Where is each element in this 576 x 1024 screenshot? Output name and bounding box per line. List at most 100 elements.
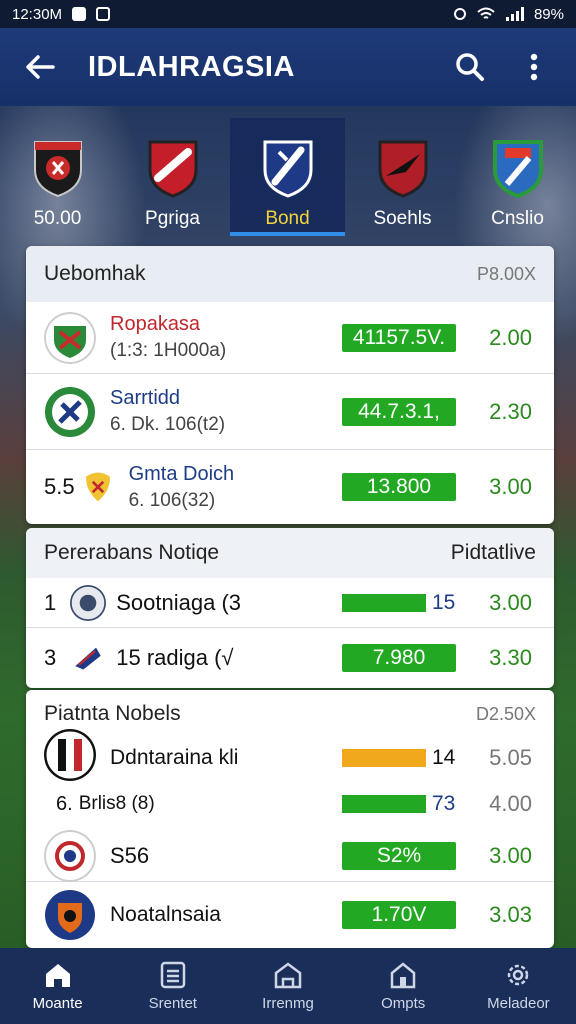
match-row[interactable]: Sarrtidd 6. Dk. 106(t2) 44.7.3.1, 2.30 <box>26 374 554 450</box>
nav-item-building[interactable]: Irrenmg <box>230 948 345 1024</box>
team-name: S56 <box>110 842 150 868</box>
list-icon <box>160 961 186 988</box>
odds-value[interactable]: 4.00 <box>489 791 532 817</box>
match-row[interactable]: 5.5 Gmta Doich 6. 106(32) 13.800 3.00 <box>26 450 554 524</box>
tab-team-2[interactable]: Pgriga <box>115 118 230 236</box>
tab-label: Pgriga <box>145 208 200 229</box>
team-name: 15 radiga (√ <box>116 645 234 670</box>
section-subtitle: Pidtatlive <box>450 541 536 564</box>
signal-icon <box>505 7 524 21</box>
team-detail: 6. Dk. 106(t2) <box>110 414 226 435</box>
odds-bar <box>342 795 426 813</box>
match-row[interactable]: 3 15 radiga (√ 7.980 3.30 <box>26 628 554 688</box>
section-multiplier: P8.00X <box>476 263 536 284</box>
match-row[interactable]: S56 S2% 3.00 <box>26 829 554 882</box>
search-icon <box>456 53 484 81</box>
status-bar: 12:30M 89% <box>0 0 576 28</box>
nav-item-list[interactable]: Srentet <box>115 948 230 1024</box>
more-vertical-icon <box>530 53 538 81</box>
nav-item-home[interactable]: Moante <box>0 948 115 1024</box>
team-logo-icon <box>85 472 110 502</box>
row-index: 6. <box>56 792 73 815</box>
odds-badge: 15 <box>432 590 456 614</box>
nav-label: Ompts <box>381 994 426 1012</box>
page-title: IDLAHRAGSIA <box>88 50 295 83</box>
section-title: Piatnta Nobels <box>44 702 181 725</box>
odds-value[interactable]: 5.05 <box>489 745 532 771</box>
tab-label: Soehls <box>373 208 432 229</box>
odds-bar <box>342 593 426 612</box>
section-multiplier: D2.50X <box>475 703 536 724</box>
notification-icon <box>72 7 87 21</box>
odds-button[interactable]: 44.7.3.1, <box>342 397 456 426</box>
match-row[interactable]: Noatalnsaia 1.70V 3.03 <box>26 882 554 948</box>
team-crest-icon <box>378 140 427 198</box>
odds-value[interactable]: 2.00 <box>489 325 532 351</box>
row-index: 1 <box>44 589 57 615</box>
team-crest-icon <box>33 141 82 198</box>
nav-label: Moante <box>32 994 83 1012</box>
match-row[interactable]: 1 Sootniaga (3 15 3.00 <box>26 578 554 628</box>
card-header: Uebomhak P8.00X <box>26 246 554 302</box>
card-header: Piatnta Nobels D2.50X <box>26 690 554 738</box>
team-logo-icon <box>45 386 95 437</box>
team-logo-icon <box>70 584 107 621</box>
odds-card-3: Piatnta Nobels D2.50X Ddntaraina kli 14 … <box>26 690 554 948</box>
odds-card-2: Pererabans Notiqe Pidtatlive 1 Sootniaga… <box>26 528 554 688</box>
search-button[interactable] <box>448 45 492 89</box>
nav-label: Meladeor <box>487 994 550 1012</box>
match-row[interactable]: Ropakasa (1:3: 1H000a) 41157.5V. 2.00 <box>26 302 554 374</box>
tab-label: 50.00 <box>33 208 82 229</box>
odds-bar <box>342 749 426 767</box>
odds-button[interactable]: 41157.5V. <box>342 323 456 352</box>
nav-label: Srentet <box>148 994 197 1012</box>
team-name: Noatalnsaia <box>110 903 221 926</box>
odds-button[interactable]: 7.980 <box>342 644 456 672</box>
odds-badge: 14 <box>432 746 456 769</box>
team-crest-icon <box>148 140 197 198</box>
status-time: 12:30M <box>12 5 63 23</box>
team-name: Sarrtidd <box>110 387 181 409</box>
odds-value[interactable]: 3.03 <box>489 902 532 928</box>
tab-team-3[interactable]: Bond <box>230 118 345 236</box>
card-header: Pererabans Notiqe Pidtatlive <box>26 528 554 578</box>
odds-value[interactable]: 3.00 <box>489 590 532 616</box>
wifi-icon <box>477 7 495 19</box>
home-icon <box>45 963 70 987</box>
odds-value[interactable]: 2.30 <box>489 399 532 425</box>
team-crest-icon <box>492 140 543 198</box>
odds-value[interactable]: 3.30 <box>489 645 532 671</box>
team-name: Sootniaga (3 <box>116 589 242 615</box>
tab-team-4[interactable]: Soehls <box>345 118 460 236</box>
odds-button[interactable]: 1.70V <box>342 901 456 929</box>
match-row[interactable]: Ddntaraina kli 14 5.05 <box>26 729 554 781</box>
tab-team-1[interactable]: 50.00 <box>0 118 115 236</box>
odds-value[interactable]: 3.00 <box>489 843 532 869</box>
tab-team-5[interactable]: Cnslio <box>460 118 575 236</box>
team-detail: 6. 106(32) <box>128 489 216 511</box>
team-logo-icon <box>44 311 96 364</box>
odds-button[interactable]: S2% <box>342 841 456 870</box>
team-name: Brlis8 (8) <box>78 793 155 814</box>
building-icon <box>274 961 302 988</box>
nav-item-house[interactable]: Ompts <box>346 948 461 1024</box>
back-button[interactable] <box>20 47 60 87</box>
odds-button[interactable]: 13.800 <box>342 473 456 501</box>
team-detail: (1:3: 1H000a) <box>110 340 227 361</box>
team-logo-icon <box>44 729 96 781</box>
team-logo-icon <box>45 890 95 940</box>
row-index: 5.5 <box>44 474 75 499</box>
team-tabs: 50.00 Pgriga Bond Soehls Cnslio <box>0 118 576 236</box>
more-options-button[interactable] <box>512 45 556 89</box>
nav-item-settings[interactable]: Meladeor <box>461 948 576 1024</box>
match-row[interactable]: 6. Brlis8 (8) 73 4.00 <box>26 778 554 830</box>
battery-level: 89% <box>533 5 564 23</box>
tab-label: Bond <box>265 208 310 229</box>
row-index: 3 <box>44 645 57 670</box>
team-name: Ddntaraina kli <box>110 746 239 769</box>
bottom-navigation: Moante Srentet Irrenmg Ompts Meladeor <box>0 948 576 1024</box>
odds-value[interactable]: 3.00 <box>489 474 532 500</box>
tab-label: Cnslio <box>491 208 544 229</box>
gallery-icon <box>96 7 111 21</box>
team-name: Ropakasa <box>110 313 201 335</box>
